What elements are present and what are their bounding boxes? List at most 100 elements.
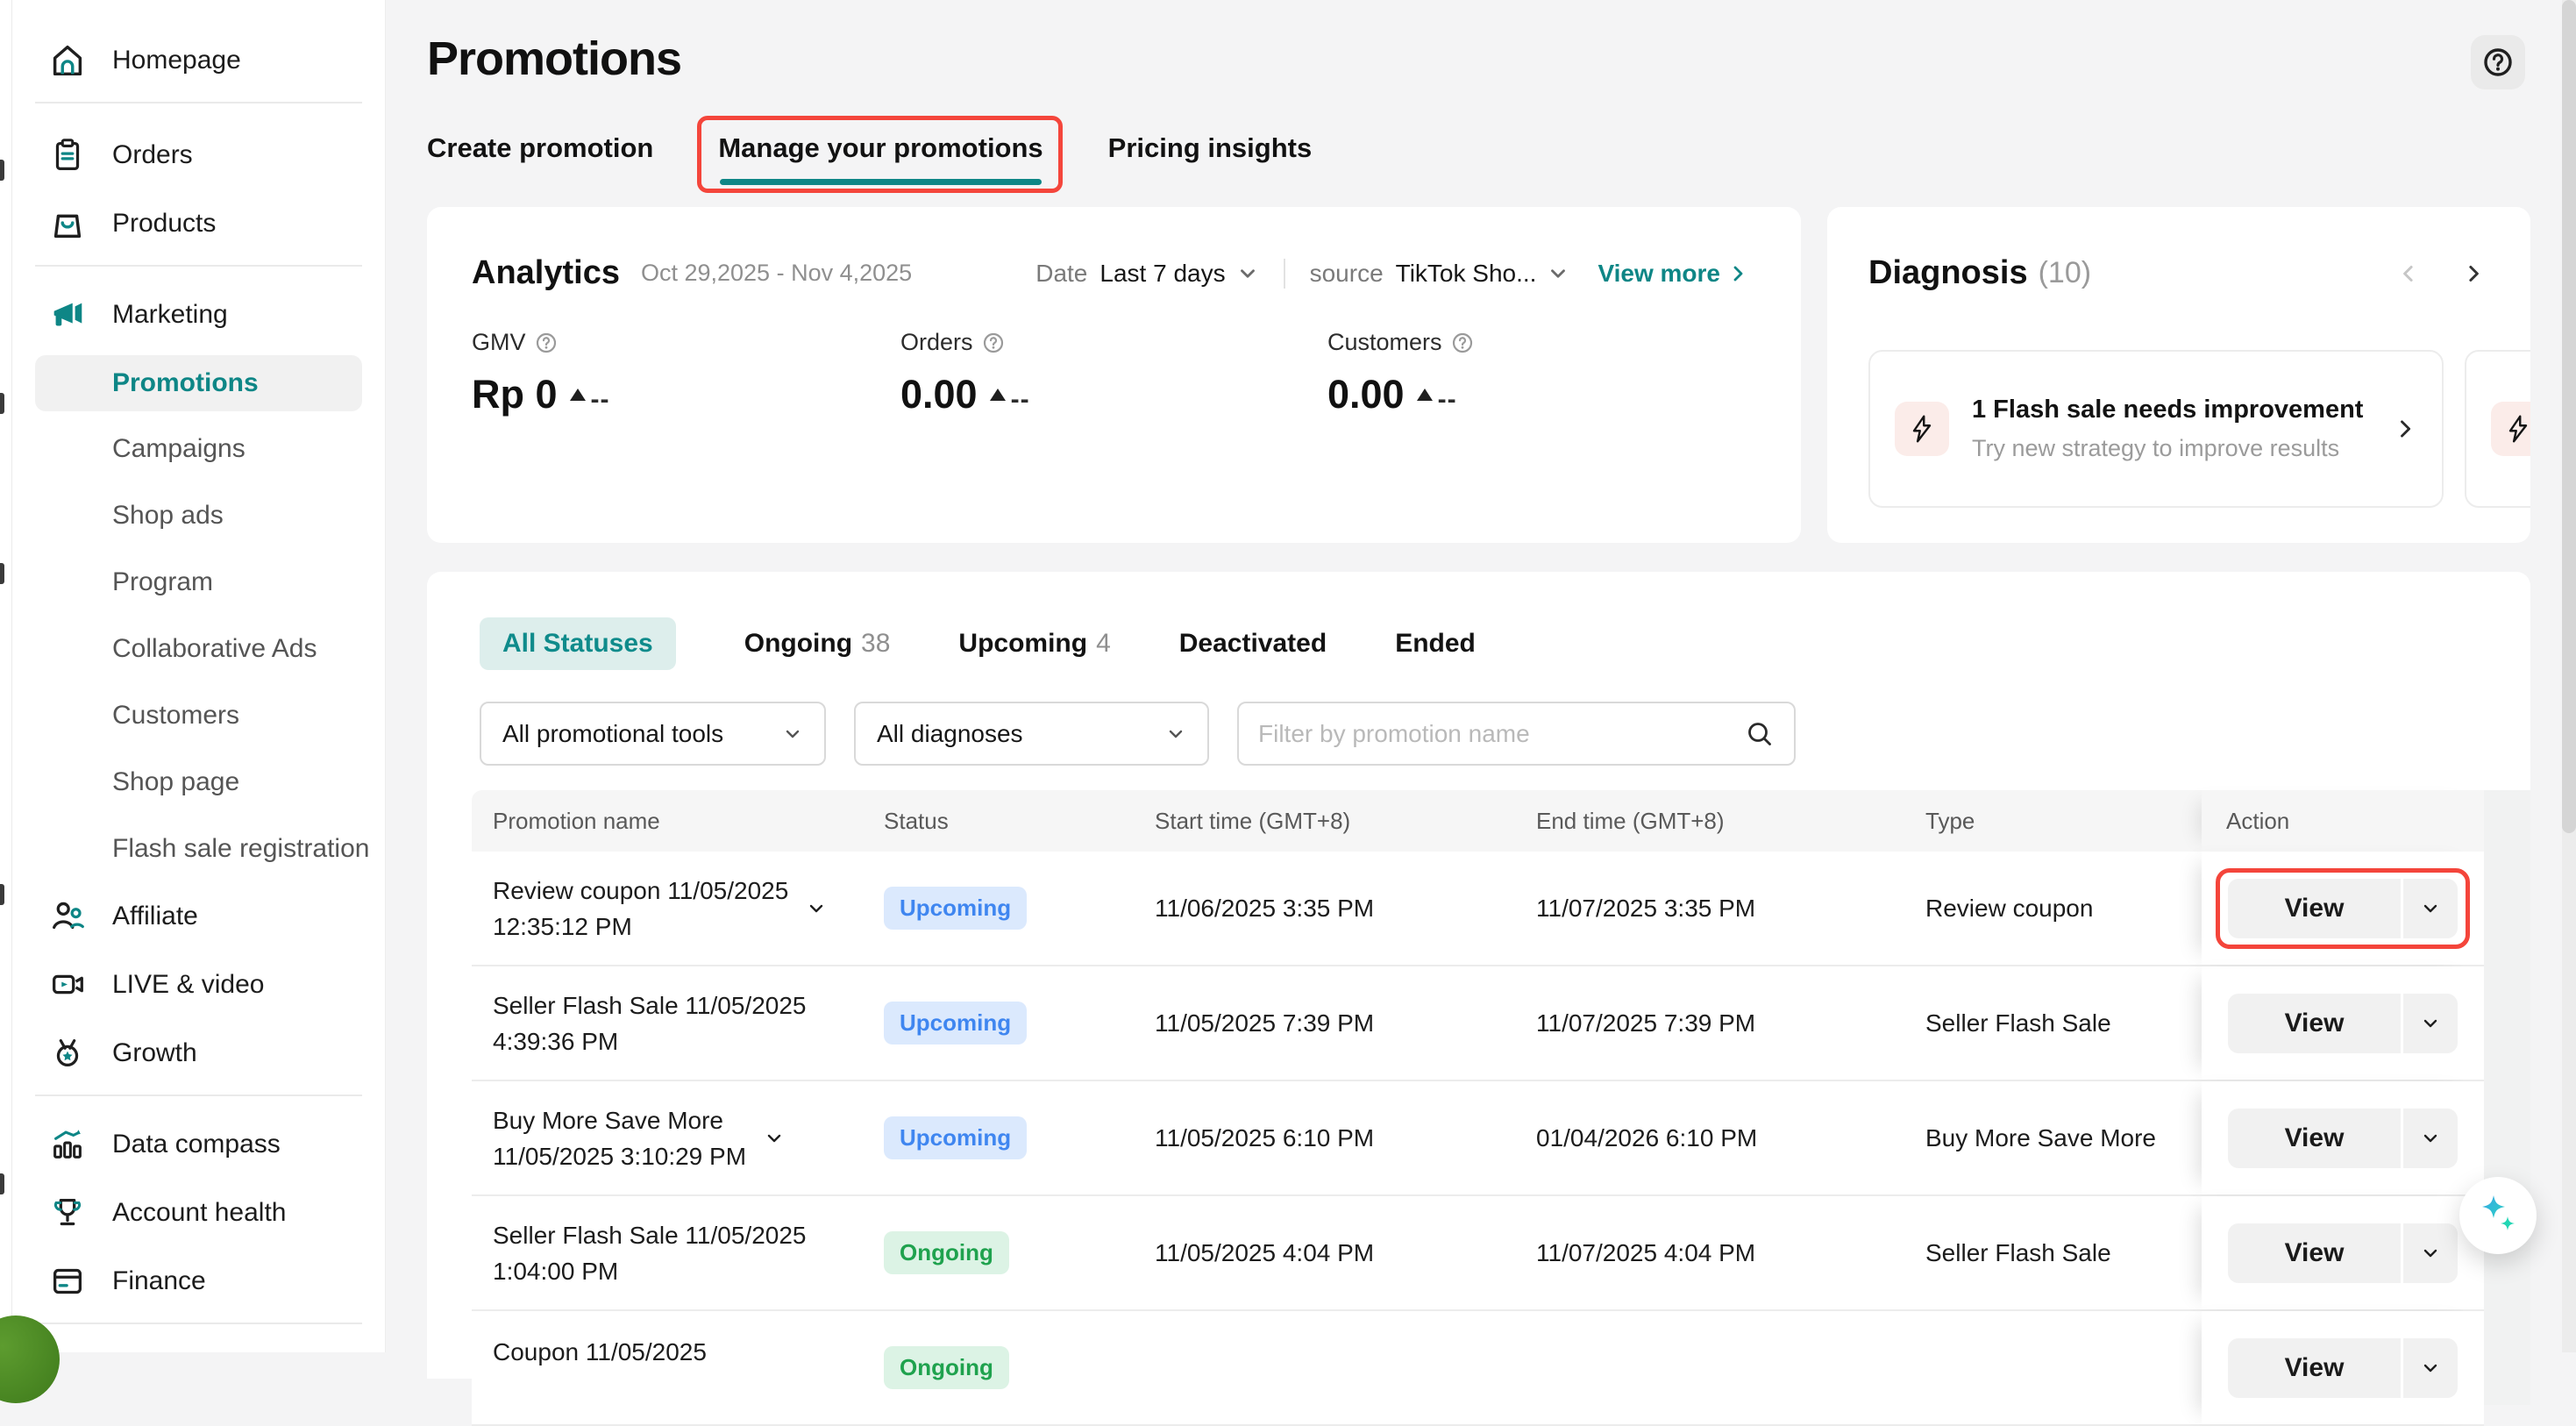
tab-pricing-insights[interactable]: Pricing insights bbox=[1108, 133, 1313, 163]
metric-value: Rp 0 bbox=[472, 372, 558, 417]
sidebar-item-finance[interactable]: Finance bbox=[12, 1247, 385, 1315]
question-mark-icon bbox=[2481, 46, 2515, 79]
sidebar-divider bbox=[35, 265, 362, 267]
source-filter-value[interactable]: TikTok Sho... bbox=[1396, 260, 1537, 288]
search-input[interactable] bbox=[1258, 720, 1745, 748]
view-button[interactable]: View bbox=[2228, 994, 2401, 1053]
products-icon bbox=[47, 203, 88, 244]
view-button[interactable]: View bbox=[2228, 1338, 2401, 1398]
metric-orders: Orders0.00-- bbox=[900, 329, 1030, 417]
sidebar-item-marketing[interactable]: Marketing bbox=[12, 281, 385, 349]
tab-manage-your-promotions[interactable]: Manage your promotions bbox=[718, 133, 1042, 163]
table-row: Seller Flash Sale 11/05/2025 4:39:36 PMU… bbox=[472, 966, 2484, 1081]
diagnosis-count: (10) bbox=[2039, 256, 2091, 290]
sidebar-item-shop-page[interactable]: Shop page bbox=[12, 749, 385, 816]
tab-create-promotion[interactable]: Create promotion bbox=[427, 133, 653, 163]
diagnosis-item-title: 1 Flash sale needs improvement bbox=[1972, 396, 2363, 424]
ai-assistant-button[interactable] bbox=[2459, 1177, 2537, 1254]
view-button-group: View bbox=[2228, 1223, 2458, 1283]
growth-icon bbox=[47, 1033, 88, 1073]
view-dropdown-button[interactable] bbox=[2403, 1223, 2458, 1283]
sidebar-item-label: Campaigns bbox=[112, 434, 246, 464]
carousel-prev-button[interactable] bbox=[2395, 260, 2422, 287]
promotions-list-panel: All Statuses Ongoing38 Upcoming4 Deactivate… bbox=[427, 572, 2530, 1379]
sidebar-item-shop-ads[interactable]: Shop ads bbox=[12, 482, 385, 549]
status-tab-ended[interactable]: Ended bbox=[1395, 629, 1476, 659]
sidebar-item-promotions[interactable]: Promotions bbox=[35, 355, 362, 411]
help-button[interactable] bbox=[2471, 35, 2525, 89]
view-button[interactable]: View bbox=[2228, 879, 2401, 938]
sidebar-item-flash-sale-registration[interactable]: Flash sale registration bbox=[12, 816, 385, 882]
chevron-down-icon[interactable] bbox=[1236, 262, 1259, 285]
sidebar-item-label: Affiliate bbox=[112, 902, 198, 931]
promotion-type: Review coupon bbox=[1925, 895, 2202, 923]
sidebar-item-label: Flash sale registration bbox=[112, 834, 369, 864]
table-scroll-gutter bbox=[2484, 790, 2530, 1405]
table-row: Review coupon 11/05/2025 12:35:12 PMUpco… bbox=[472, 852, 2484, 966]
sidebar-item-account-health[interactable]: Account health bbox=[12, 1179, 385, 1247]
status-tab-ongoing[interactable]: Ongoing38 bbox=[744, 629, 891, 659]
view-dropdown-button[interactable] bbox=[2403, 994, 2458, 1053]
sidebar-item-campaigns[interactable]: Campaigns bbox=[12, 416, 385, 482]
page-scrollbar bbox=[2562, 0, 2576, 1352]
sidebar-divider bbox=[35, 1323, 362, 1324]
sidebar-item-homepage[interactable]: Homepage bbox=[12, 26, 385, 95]
sidebar-item-label: Collaborative Ads bbox=[112, 634, 317, 664]
metric-value: 0.00 bbox=[900, 372, 978, 417]
promotion-name-search bbox=[1237, 702, 1796, 766]
view-button[interactable]: View bbox=[2228, 1109, 2401, 1168]
orders-icon bbox=[47, 135, 88, 175]
diagnoses-dropdown[interactable]: All diagnoses bbox=[854, 702, 1209, 766]
view-button-group: View bbox=[2228, 1338, 2458, 1398]
metric-delta: -- bbox=[1438, 385, 1457, 415]
carousel-next-button[interactable] bbox=[2460, 260, 2487, 287]
scrollbar-thumb[interactable] bbox=[2562, 0, 2576, 833]
view-dropdown-button[interactable] bbox=[2403, 1109, 2458, 1168]
sidebar-item-live-video[interactable]: LIVE & video bbox=[12, 951, 385, 1019]
question-circle-icon[interactable] bbox=[1451, 332, 1474, 354]
diagnosis-card: Diagnosis (10) 1 Flash sale needs improv… bbox=[1827, 207, 2530, 543]
view-dropdown-button[interactable] bbox=[2403, 1338, 2458, 1398]
status-badge: Upcoming bbox=[884, 887, 1027, 930]
status-tabs: All Statuses Ongoing38 Upcoming4 Deactivate… bbox=[480, 617, 1476, 670]
diagnosis-item[interactable] bbox=[2465, 350, 2530, 508]
divider bbox=[1284, 259, 1285, 289]
expand-row-chevron-icon[interactable] bbox=[806, 898, 827, 919]
question-circle-icon[interactable] bbox=[982, 332, 1005, 354]
sidebar-item-data-compass[interactable]: Data compass bbox=[12, 1110, 385, 1179]
status-tab-all-statuses[interactable]: All Statuses bbox=[480, 617, 676, 670]
promotion-name: Buy More Save More 11/05/2025 3:10:29 PM bbox=[493, 1102, 746, 1174]
date-filter-label: Date bbox=[1035, 260, 1087, 288]
sidebar-item-products[interactable]: Products bbox=[12, 189, 385, 258]
account-health-icon bbox=[47, 1193, 88, 1233]
view-more-link[interactable]: View more bbox=[1598, 260, 1748, 288]
date-filter-value[interactable]: Last 7 days bbox=[1099, 260, 1225, 288]
sidebar-item-program[interactable]: Program bbox=[12, 549, 385, 616]
sidebar-item-orders[interactable]: Orders bbox=[12, 121, 385, 189]
arrow-up-icon bbox=[1417, 389, 1433, 401]
start-time: 11/06/2025 3:35 PM bbox=[1155, 895, 1536, 923]
sidebar-item-affiliate[interactable]: Affiliate bbox=[12, 882, 385, 951]
promotional-tools-dropdown[interactable]: All promotional tools bbox=[480, 702, 826, 766]
diagnosis-item[interactable]: 1 Flash sale needs improvementTry new st… bbox=[1868, 350, 2444, 508]
analytics-title: Analytics bbox=[472, 254, 620, 292]
sidebar-item-growth[interactable]: Growth bbox=[12, 1019, 385, 1087]
chevron-down-icon[interactable] bbox=[1547, 262, 1569, 285]
sidebar-item-label: Program bbox=[112, 567, 213, 597]
sidebar-item-label: Finance bbox=[112, 1266, 206, 1296]
status-tab-upcoming[interactable]: Upcoming4 bbox=[958, 629, 1110, 659]
chevron-right-icon bbox=[2393, 417, 2417, 441]
sidebar-item-customers[interactable]: Customers bbox=[12, 682, 385, 749]
metric-customers: Customers0.00-- bbox=[1327, 329, 1474, 417]
view-dropdown-button[interactable] bbox=[2403, 879, 2458, 938]
search-icon[interactable] bbox=[1745, 719, 1775, 749]
status-tab-deactivated[interactable]: Deactivated bbox=[1179, 629, 1327, 659]
sidebar-item-collaborative-ads[interactable]: Collaborative Ads bbox=[12, 616, 385, 682]
question-circle-icon[interactable] bbox=[535, 332, 558, 354]
start-time: 11/05/2025 6:10 PM bbox=[1155, 1124, 1536, 1152]
chevron-down-icon bbox=[1165, 724, 1186, 745]
data-compass-icon bbox=[47, 1124, 88, 1165]
view-button[interactable]: View bbox=[2228, 1223, 2401, 1283]
sidebar-item-label: Orders bbox=[112, 140, 193, 170]
expand-row-chevron-icon[interactable] bbox=[764, 1128, 785, 1149]
